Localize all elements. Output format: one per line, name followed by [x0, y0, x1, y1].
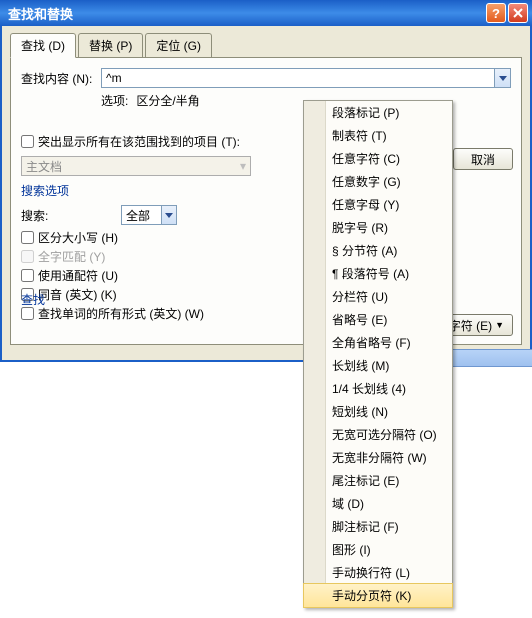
- menu-item[interactable]: 短划线 (N): [304, 400, 452, 423]
- menu-item[interactable]: 无宽非分隔符 (W): [304, 446, 452, 469]
- menu-item[interactable]: 尾注标记 (E): [304, 469, 452, 492]
- find-content-label: 查找内容 (N):: [21, 70, 101, 87]
- menu-item[interactable]: 手动换行符 (L): [304, 561, 452, 584]
- match-case-checkbox[interactable]: [21, 231, 34, 244]
- tab-find[interactable]: 查找 (D): [10, 33, 76, 58]
- menu-item[interactable]: 域 (D): [304, 492, 452, 515]
- close-icon: [513, 8, 523, 18]
- menu-item[interactable]: 脚注标记 (F): [304, 515, 452, 538]
- window-title: 查找和替换: [8, 4, 73, 23]
- menu-item[interactable]: 分栏符 (U): [304, 285, 452, 308]
- menu-item[interactable]: 任意字母 (Y): [304, 193, 452, 216]
- search-scope-label: 搜索:: [21, 207, 121, 224]
- help-button[interactable]: ?: [486, 3, 506, 23]
- homonym-label: 同音 (英文) (K): [38, 286, 117, 303]
- menu-item[interactable]: 制表符 (T): [304, 124, 452, 147]
- titlebar-buttons: ?: [486, 3, 528, 23]
- options-value: 区分全/半角: [136, 92, 199, 109]
- menu-item[interactable]: 省略号 (E): [304, 308, 452, 331]
- menu-item[interactable]: ¶ 段落符号 (A): [304, 262, 452, 285]
- whole-word-label: 全字匹配 (Y): [38, 248, 105, 265]
- menu-item[interactable]: 无宽可选分隔符 (O): [304, 423, 452, 446]
- chevron-down-icon: [499, 76, 507, 81]
- menu-item[interactable]: 任意数字 (G): [304, 170, 452, 193]
- search-scope-value: 全部: [126, 207, 150, 224]
- find-content-input[interactable]: [101, 68, 495, 88]
- titlebar: 查找和替换 ?: [0, 0, 532, 26]
- menu-item[interactable]: 段落标记 (P): [304, 101, 452, 124]
- find-content-dropdown[interactable]: [495, 68, 511, 88]
- background-strip: [453, 349, 532, 367]
- menu-item[interactable]: 任意字符 (C): [304, 147, 452, 170]
- menu-item[interactable]: 长划线 (M): [304, 354, 452, 377]
- menu-item[interactable]: 脱字号 (R): [304, 216, 452, 239]
- whole-word-checkbox: [21, 250, 34, 263]
- special-chars-menu: 段落标记 (P)制表符 (T)任意字符 (C)任意数字 (G)任意字母 (Y)脱…: [303, 100, 453, 608]
- options-label: 选项:: [101, 92, 128, 109]
- highlight-all-checkbox[interactable]: [21, 135, 34, 148]
- menu-item[interactable]: 图形 (I): [304, 538, 452, 561]
- highlight-all-label: 突出显示所有在该范围找到的项目 (T):: [38, 133, 240, 150]
- menu-item[interactable]: 1/4 长划线 (4): [304, 377, 452, 400]
- find-section-header: 查找: [21, 291, 45, 308]
- tab-replace[interactable]: 替换 (P): [78, 33, 143, 58]
- main-doc-combo: 主文档 ▾: [21, 156, 251, 176]
- wildcard-label: 使用通配符 (U): [38, 267, 118, 284]
- tab-bar: 查找 (D) 替换 (P) 定位 (G): [10, 32, 522, 57]
- chevron-down-icon: ▾: [240, 159, 246, 173]
- match-case-label: 区分大小写 (H): [38, 229, 118, 246]
- wildcard-checkbox[interactable]: [21, 269, 34, 282]
- tab-goto[interactable]: 定位 (G): [145, 33, 212, 58]
- main-doc-label: 主文档: [26, 158, 62, 175]
- menu-item[interactable]: § 分节符 (A): [304, 239, 452, 262]
- cancel-button[interactable]: 取消: [453, 148, 513, 170]
- menu-item[interactable]: 手动分页符 (K): [303, 583, 453, 608]
- close-button[interactable]: [508, 3, 528, 23]
- menu-item[interactable]: 全角省略号 (F): [304, 331, 452, 354]
- search-scope-combo[interactable]: 全部: [121, 205, 177, 225]
- chevron-down-icon: [161, 206, 176, 224]
